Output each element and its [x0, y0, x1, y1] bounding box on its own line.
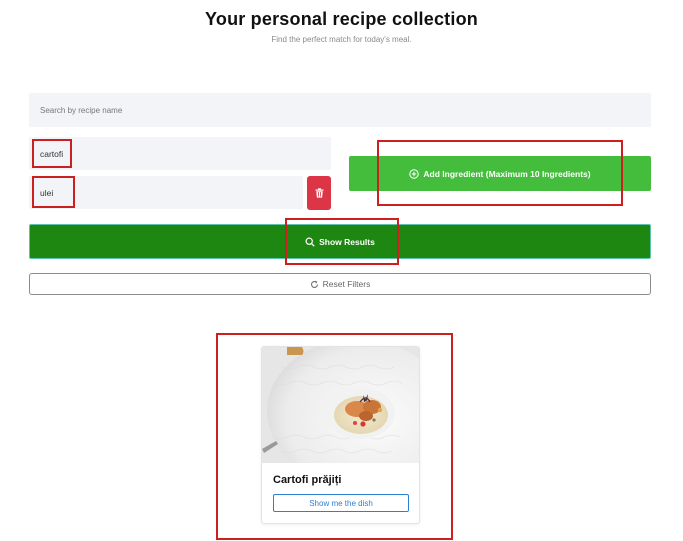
plus-circle-icon	[409, 168, 420, 179]
reset-filters-label: Reset Filters	[322, 279, 371, 289]
ingredient-input-1[interactable]	[29, 137, 331, 170]
search-icon	[305, 236, 315, 247]
recipe-image	[262, 347, 419, 463]
delete-ingredient-button[interactable]	[307, 176, 331, 210]
ingredient-input-2[interactable]	[29, 176, 303, 209]
add-ingredient-button[interactable]: Add Ingredient (Maximum 10 Ingredients)	[349, 156, 651, 191]
recipe-title: Cartofi prăjiți	[273, 474, 342, 486]
recipe-card: Cartofi prăjiți Show me the dish	[261, 346, 420, 524]
page-subtitle: Find the perfect match for today's meal.	[271, 35, 412, 44]
reset-filters-button[interactable]: Reset Filters	[29, 273, 651, 295]
show-dish-button[interactable]: Show me the dish	[273, 494, 409, 512]
show-results-label: Show Results	[319, 236, 375, 247]
refresh-icon	[310, 280, 319, 289]
search-input[interactable]	[29, 93, 651, 127]
trash-icon	[315, 188, 324, 198]
show-results-button[interactable]: Show Results	[29, 224, 651, 259]
page-title: Your personal recipe collection	[205, 9, 478, 29]
add-ingredient-label: Add Ingredient (Maximum 10 Ingredients)	[423, 168, 591, 179]
